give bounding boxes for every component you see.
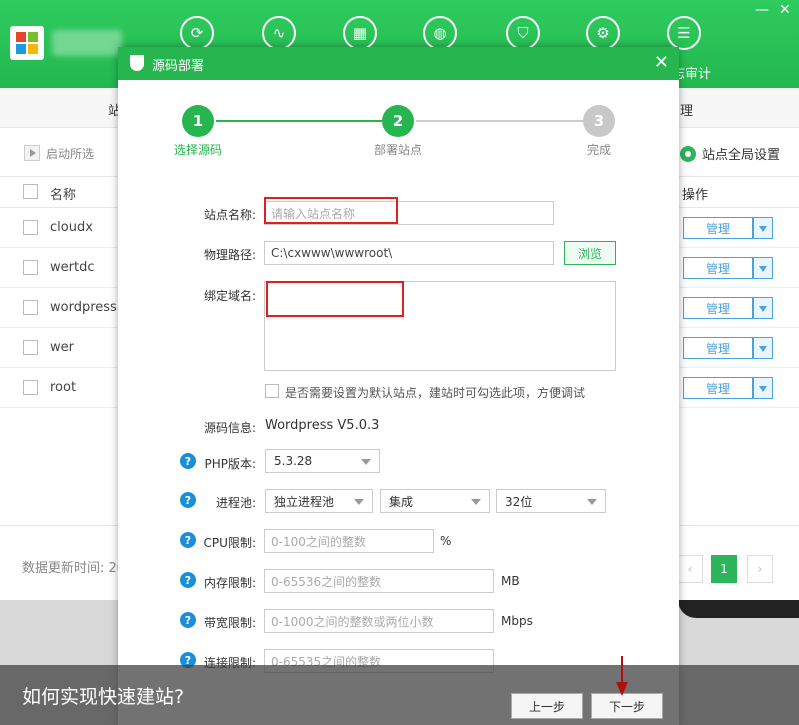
refresh-icon[interactable]: ⟳ (180, 16, 214, 50)
monitor-chart-icon[interactable]: ∿ (262, 16, 296, 50)
manage-dropdown[interactable] (753, 297, 773, 319)
domain-label: 绑定域名: (203, 289, 256, 303)
help-icon[interactable]: ? (180, 453, 196, 469)
highlight-box (266, 281, 404, 317)
close-window-button[interactable]: ✕ (779, 2, 791, 18)
browse-button[interactable]: 浏览 (564, 241, 616, 265)
prev-page-button[interactable]: ‹ (677, 555, 703, 583)
global-settings-label: 站点全局设置 (702, 148, 781, 163)
step-line-2 (416, 120, 586, 122)
step-line-1 (216, 120, 386, 122)
close-icon[interactable]: ✕ (654, 52, 669, 73)
row-name: root (50, 380, 77, 395)
manage-dropdown[interactable] (753, 257, 773, 279)
next-page-button[interactable]: › (747, 555, 773, 583)
laptop-edge (678, 600, 799, 618)
row-name: wertdc (50, 260, 95, 275)
path-label: 物理路径: (203, 248, 256, 262)
help-icon[interactable]: ? (180, 572, 196, 588)
pool-type-select[interactable]: 独立进程池 (265, 489, 373, 513)
bw-unit: Mbps (501, 614, 533, 628)
row-checkbox[interactable] (23, 220, 38, 235)
col-name: 名称 (50, 188, 77, 203)
row-checkbox[interactable] (23, 340, 38, 355)
building-icon[interactable]: ▦ (343, 16, 377, 50)
red-arrow-icon (616, 656, 628, 696)
manage-dropdown[interactable] (753, 377, 773, 399)
globe-icon[interactable]: ◍ (423, 16, 457, 50)
help-icon[interactable]: ? (180, 612, 196, 628)
dialog-title: 源码部署 (152, 59, 205, 74)
minimize-button[interactable]: — (755, 2, 769, 18)
start-selected-button[interactable]: 启动所选 (24, 144, 94, 162)
start-selected-label: 启动所选 (46, 146, 95, 161)
pipeline-select[interactable]: 集成 (380, 489, 490, 513)
next-step-button[interactable]: 下一步 (591, 693, 663, 719)
step-3-circle: 3 (583, 105, 615, 137)
row-name: wordpress (50, 300, 117, 315)
manage-dropdown[interactable] (753, 217, 773, 239)
shield-icon (130, 55, 144, 71)
row-checkbox[interactable] (23, 260, 38, 275)
bw-label: 带宽限制: (203, 616, 256, 630)
help-icon[interactable]: ? (180, 492, 196, 508)
site-name-label: 站点名称: (203, 208, 256, 222)
bitness-select[interactable]: 32位 (496, 489, 606, 513)
mem-input[interactable]: 0-65536之间的整数 (264, 569, 494, 593)
default-site-checkbox[interactable] (265, 384, 279, 398)
app-name-blurred (52, 30, 122, 56)
row-checkbox[interactable] (23, 300, 38, 315)
cpu-unit: % (440, 534, 452, 548)
source-info-value: Wordpress V5.0.3 (265, 418, 380, 433)
default-site-text: 是否需要设置为默认站点，建站时可勾选此项，方便调试 (285, 386, 586, 400)
global-settings-button[interactable]: 站点全局设置 (680, 144, 780, 163)
play-icon (24, 145, 40, 161)
document-icon[interactable]: ☰ (667, 16, 701, 50)
manage-button[interactable]: 管理 (683, 337, 753, 359)
mem-unit: MB (501, 574, 520, 588)
step-2-label: 部署站点 (374, 143, 423, 157)
manage-dropdown[interactable] (753, 337, 773, 359)
gear-monitor-icon[interactable]: ⚙ (586, 16, 620, 50)
manage-button[interactable]: 管理 (683, 257, 753, 279)
help-icon[interactable]: ? (180, 532, 196, 548)
manage-button[interactable]: 管理 (683, 377, 753, 399)
step-3-label: 完成 (587, 143, 612, 157)
cpu-input[interactable]: 0-100之间的整数 (264, 529, 434, 553)
cpu-label: CPU限制: (203, 536, 256, 550)
manage-button[interactable]: 管理 (683, 297, 753, 319)
source-info-label: 源码信息: (203, 421, 256, 435)
prev-step-button[interactable]: 上一步 (511, 693, 583, 719)
mem-label: 内存限制: (203, 576, 256, 590)
deploy-dialog: 源码部署 ✕ 1 2 3 选择源码 部署站点 完成 站点名称: 请输入站点名称 … (118, 47, 679, 725)
gear-icon (680, 145, 696, 162)
update-time: 数据更新时间: 20 (22, 561, 126, 576)
row-name: wer (50, 340, 74, 355)
dialog-header: 源码部署 ✕ (118, 47, 679, 80)
app-logo (10, 26, 44, 60)
col-ops: 操作 (682, 188, 709, 203)
step-1-circle: 1 (182, 105, 214, 137)
page-1-button[interactable]: 1 (711, 555, 737, 583)
bw-input[interactable]: 0-1000之间的整数或两位小数 (264, 609, 494, 633)
row-checkbox[interactable] (23, 380, 38, 395)
manage-button[interactable]: 管理 (683, 217, 753, 239)
php-label: PHP版本: (204, 457, 256, 471)
row-name: cloudx (50, 220, 93, 235)
step-2-circle: 2 (382, 105, 414, 137)
php-select[interactable]: 5.3.28 (265, 449, 380, 473)
caption-text: 如何实现快速建站? (22, 686, 185, 708)
pool-label: 进程池: (215, 496, 256, 510)
select-all-checkbox[interactable] (23, 184, 38, 199)
step-1-label: 选择源码 (174, 143, 223, 157)
highlight-box (264, 197, 398, 224)
shield-icon[interactable]: ⛉ (506, 16, 540, 50)
path-input[interactable]: C:\cxwww\wwwroot\ (264, 241, 554, 265)
tab-manage[interactable]: 理 (680, 100, 693, 119)
